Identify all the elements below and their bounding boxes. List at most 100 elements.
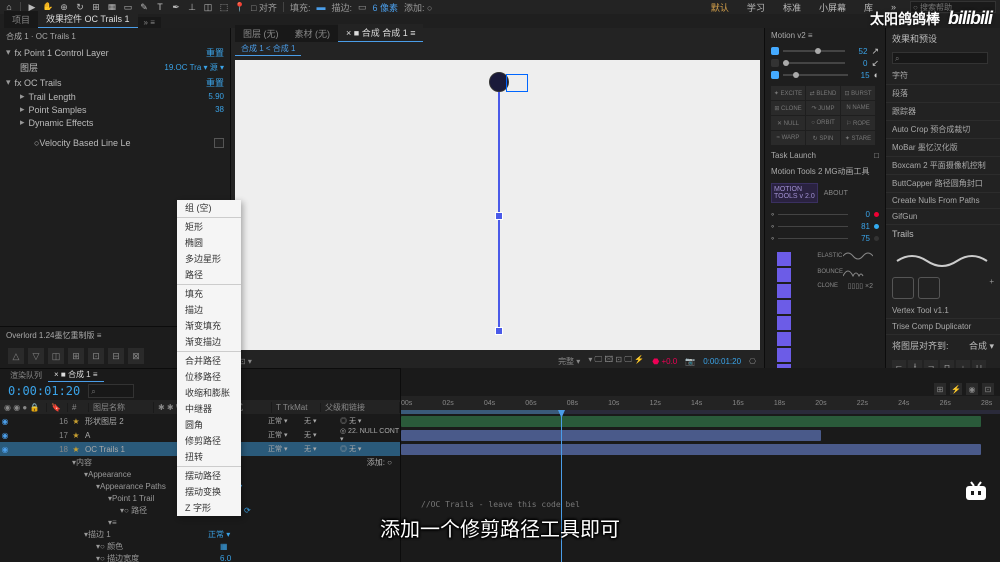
panel-buttcapper[interactable]: ButtCapper 路径圆角封口	[886, 175, 1000, 193]
motion-btn-blend[interactable]: ⇄ BLEND	[806, 86, 840, 100]
align-target-dropdown[interactable]: 合成 ▾	[969, 339, 994, 352]
layer-prop[interactable]: ▾ 描边 1正常 ▾	[0, 528, 400, 540]
channel-icon[interactable]: ▾ 🖵 🖾 ⊡ 🖵 ⚡	[588, 354, 644, 368]
motion-btn-name[interactable]: N NAME	[841, 101, 875, 115]
help-search-input[interactable]	[910, 1, 996, 13]
eraser-tool-icon[interactable]: ◫	[203, 2, 213, 12]
mt2-mode-elastic[interactable]: ELASTIC	[811, 248, 879, 264]
tab-render-queue[interactable]: 渲染队列	[4, 369, 48, 382]
preview-time[interactable]: 0:00:01:20	[703, 357, 741, 366]
workspace-library[interactable]: 库	[860, 0, 877, 15]
motion-btn-burst[interactable]: ⊡ BURST	[841, 86, 875, 100]
effect-prop-layer[interactable]: 图层19.OC Tra ▾ 源 ▾	[0, 60, 230, 75]
context-menu-item[interactable]: 扭转	[177, 449, 241, 465]
context-menu-item[interactable]: 路径	[177, 267, 241, 283]
panel-mobar[interactable]: MoBar 墨忆汉化版	[886, 139, 1000, 157]
camera-icon[interactable]: ⎔	[749, 357, 756, 366]
mt2-mode-clone[interactable]: CLONE▯▯▯▯ ×2	[811, 280, 879, 292]
pen-tool-icon[interactable]: ✎	[139, 2, 149, 12]
stroke-swatch[interactable]: ▭	[358, 2, 367, 13]
track-bar-18[interactable]	[401, 444, 981, 455]
tab-menu[interactable]: » ≡	[138, 17, 161, 28]
context-menu-item[interactable]: 合并路径	[177, 353, 241, 369]
timeline-tracks[interactable]: ⊞ ⚡ ◉ ⊡ 00s02s04s06s08s10s12s14s16s18s20…	[401, 368, 1000, 562]
motion-slider-1[interactable]: 52↗	[771, 45, 879, 57]
workspace-default[interactable]: 默认	[707, 0, 733, 15]
panel-gifgun[interactable]: GifGun	[886, 209, 1000, 225]
current-time[interactable]: 0:00:01:20	[0, 382, 88, 400]
context-menu-item[interactable]: 修剪路径	[177, 433, 241, 449]
effect-row-oc-trails[interactable]: ▾fx OC Trails重置	[0, 75, 230, 90]
effects-search-input[interactable]	[892, 52, 988, 64]
context-menu-item[interactable]: 圆角	[177, 417, 241, 433]
panel-autocrop[interactable]: Auto Crop 预合成裁切	[886, 121, 1000, 139]
overlord-btn-2[interactable]: ▽	[28, 348, 44, 364]
workspace-more[interactable]: »	[887, 1, 900, 13]
mt2-dot-row-1[interactable]: ◦0	[771, 208, 879, 220]
brush-tool-icon[interactable]: ✒	[171, 2, 181, 12]
trails-preset-1[interactable]	[892, 277, 914, 299]
trise-head[interactable]: Trise Comp Duplicator	[886, 319, 1000, 335]
panel-createnulls[interactable]: Create Nulls From Paths	[886, 193, 1000, 209]
context-menu-item[interactable]: 矩形	[177, 219, 241, 235]
context-menu-item[interactable]: Z 字形	[177, 500, 241, 516]
context-menu-item[interactable]: 摆动路径	[177, 468, 241, 484]
context-menu-item[interactable]: 中继器	[177, 401, 241, 417]
motion-btn-jump[interactable]: ↷ JUMP	[806, 101, 840, 115]
path-handle-end[interactable]	[495, 327, 503, 335]
workspace-standard[interactable]: 标准	[779, 0, 805, 15]
velocity-checkbox[interactable]	[214, 138, 224, 148]
layer-prop[interactable]: ▾ ≡	[0, 516, 400, 528]
workspace-small[interactable]: 小屏幕	[815, 0, 850, 15]
overlord-btn-4[interactable]: ⊞	[68, 348, 84, 364]
panel-tracker[interactable]: 跟踪器	[886, 103, 1000, 121]
mask-toggle[interactable]: ⬣ +0.0	[652, 357, 677, 366]
context-menu-item[interactable]: 组 (空)	[177, 200, 241, 216]
context-menu-item[interactable]: 椭圆	[177, 235, 241, 251]
puppet-tool-icon[interactable]: 📍	[235, 2, 245, 12]
timeline-opt-1[interactable]: ⊞	[934, 383, 946, 395]
motion-btn-spin[interactable]: ↻ SPIN	[806, 131, 840, 145]
motion-btn-rope[interactable]: ⚐ ROPE	[841, 116, 875, 130]
motion-btn-excite[interactable]: ✦ EXCITE	[771, 86, 805, 100]
task-launch-box[interactable]: □	[874, 151, 879, 160]
roto-tool-icon[interactable]: ⬚	[219, 2, 229, 12]
overlord-btn-7[interactable]: ⊠	[128, 348, 144, 364]
overlord-btn-6[interactable]: ⊟	[108, 348, 124, 364]
viewer-tab-layer[interactable]: 图层 (无)	[235, 25, 287, 42]
viewer-tab-footage[interactable]: 素材 (无)	[287, 25, 339, 42]
viewer-tab-comp[interactable]: × ■ 合成 合成 1 ≡	[338, 24, 423, 42]
mt2-dot-row-2[interactable]: ◦81	[771, 220, 879, 232]
effect-prop-point-samples[interactable]: ▸Point Samples38	[0, 103, 230, 116]
panel-char[interactable]: 字符	[886, 67, 1000, 85]
track-bar-16[interactable]	[401, 416, 981, 427]
timeline-opt-2[interactable]: ⚡	[950, 383, 962, 395]
motion-btn-orbit[interactable]: ○ ORBIT	[806, 116, 840, 130]
viewer-canvas[interactable]	[235, 60, 760, 350]
playhead[interactable]	[561, 414, 562, 562]
text-tool-icon[interactable]: T	[155, 2, 165, 12]
overlord-btn-1[interactable]: △	[8, 348, 24, 364]
tab-effect-controls[interactable]: 效果控件 OC Trails 1	[38, 10, 138, 28]
vertex-head[interactable]: Vertex Tool v1.1	[886, 303, 1000, 319]
motion-btn-warp[interactable]: ≈ WARP	[771, 131, 805, 145]
mt2-about[interactable]: ABOUT	[824, 190, 848, 197]
layer-search-input[interactable]	[88, 384, 134, 398]
resolution-dropdown[interactable]: 完整 ▾	[558, 356, 580, 367]
add-label[interactable]: 添加: ○	[404, 1, 432, 14]
trails-preset-2[interactable]	[918, 277, 940, 299]
fill-swatch[interactable]: ▬	[316, 2, 325, 12]
track-bar-17[interactable]	[401, 430, 821, 441]
context-menu-item[interactable]: 位移路径	[177, 369, 241, 385]
context-menu-item[interactable]: 描边	[177, 302, 241, 318]
layer-prop[interactable]: ▾ ○ 颜色▦	[0, 540, 400, 552]
panel-para[interactable]: 段落	[886, 85, 1000, 103]
overlord-btn-3[interactable]: ◫	[48, 348, 64, 364]
path-handle[interactable]	[495, 212, 503, 220]
context-menu-item[interactable]: 收缩和膨胀	[177, 385, 241, 401]
tab-comp1[interactable]: × ■ 合成 1 ≡	[48, 368, 104, 382]
effect-prop-trail-length[interactable]: ▸Trail Length5.90	[0, 90, 230, 103]
time-ruler[interactable]: 00s02s04s06s08s10s12s14s16s18s20s22s24s2…	[401, 396, 1000, 410]
overlord-btn-5[interactable]: ⊡	[88, 348, 104, 364]
mt2-mode-bounce[interactable]: BOUNCE	[811, 264, 879, 280]
